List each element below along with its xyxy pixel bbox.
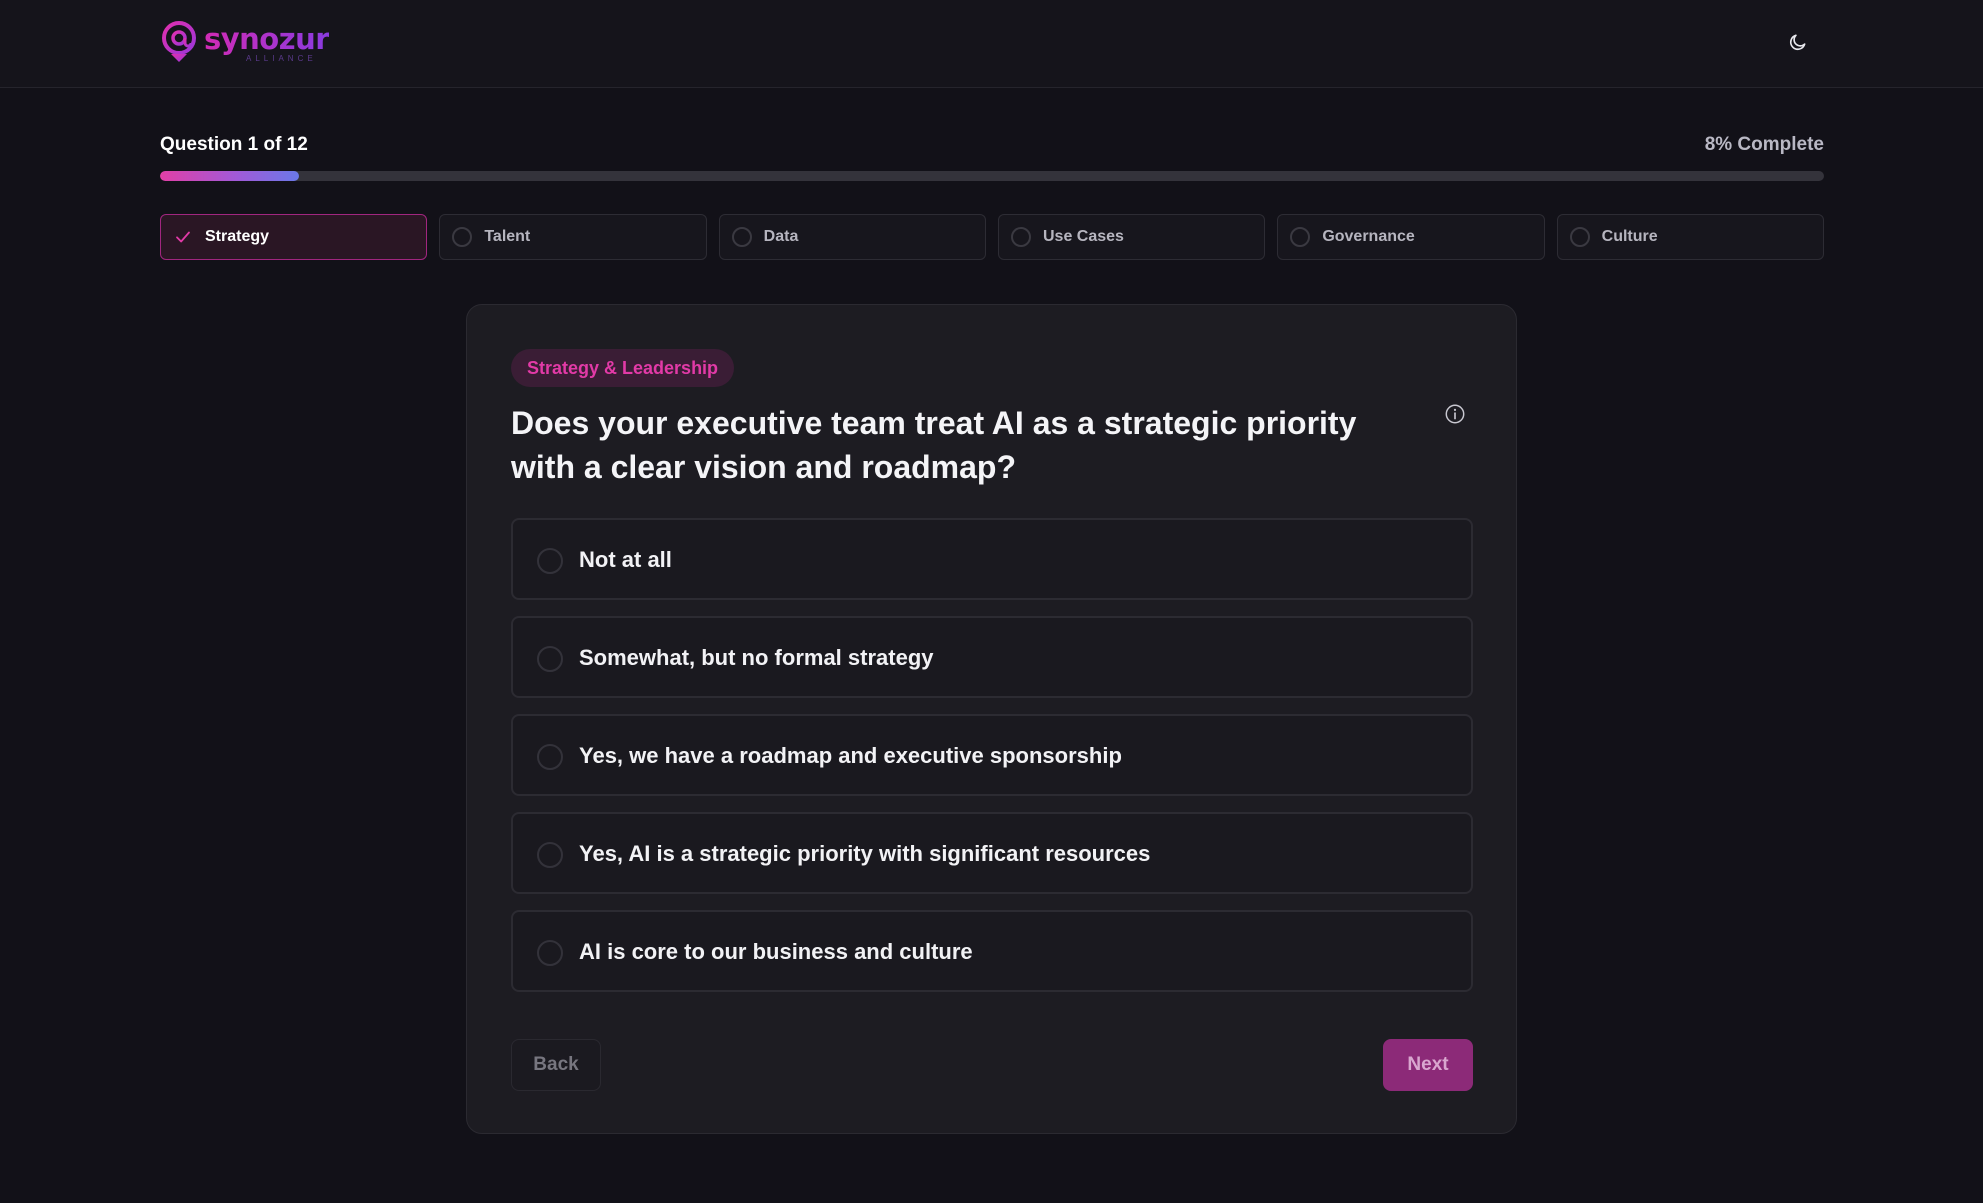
moon-icon (1789, 34, 1806, 51)
question-text: Does your executive team treat AI as a s… (511, 405, 1357, 485)
answer-option[interactable]: Yes, we have a roadmap and executive spo… (511, 714, 1473, 796)
radio-button[interactable] (537, 744, 563, 770)
step-governance[interactable]: Governance (1277, 214, 1545, 260)
answer-options: Not at all Somewhat, but no formal strat… (511, 518, 1473, 1008)
info-icon[interactable] (1444, 403, 1466, 425)
question-counter: Question 1 of 12 (160, 134, 308, 155)
progress-header: Question 1 of 12 8% Complete (160, 132, 1824, 158)
circle-icon (452, 227, 473, 247)
option-label: Yes, we have a roadmap and executive spo… (579, 743, 1122, 768)
answer-option[interactable]: Yes, AI is a strategic priority with sig… (511, 812, 1473, 894)
percent-complete: 8% Complete (1704, 134, 1824, 155)
category-badge: Strategy & Leadership (511, 349, 735, 387)
question-card: Strategy & Leadership Does your executiv… (466, 304, 1517, 1134)
step-label: Talent (484, 228, 531, 245)
top-navbar: synozur ALLIANCE (0, 0, 1983, 88)
progress-bar (160, 171, 1824, 181)
step-label: Governance (1322, 228, 1415, 245)
circle-icon (1010, 227, 1031, 247)
step-use-cases[interactable]: Use Cases (997, 214, 1266, 260)
step-culture[interactable]: Culture (1556, 214, 1824, 260)
step-talent[interactable]: Talent (439, 214, 707, 260)
answer-option[interactable]: Somewhat, but no formal strategy (511, 616, 1473, 698)
progress-bar-fill (160, 171, 299, 181)
step-label: Culture (1601, 228, 1658, 245)
answer-option[interactable]: Not at all (511, 518, 1473, 600)
step-data[interactable]: Data (718, 214, 986, 260)
step-label: Data (763, 228, 799, 245)
option-label: Yes, AI is a strategic priority with sig… (579, 841, 1151, 866)
radio-button[interactable] (537, 646, 563, 672)
option-label: AI is core to our business and culture (579, 939, 973, 964)
logo-subtext: ALLIANCE (246, 54, 317, 63)
step-label: Strategy (205, 228, 270, 245)
option-label: Not at all (579, 547, 672, 572)
logo-wordmark: synozur (204, 22, 330, 56)
answer-option[interactable]: AI is core to our business and culture (511, 910, 1473, 992)
circle-icon (1569, 227, 1590, 247)
section-steps: Strategy Talent Data Use Cases Governanc… (160, 214, 1824, 260)
theme-toggle-button[interactable] (1780, 24, 1816, 60)
radio-button[interactable] (537, 548, 563, 574)
circle-icon (731, 227, 752, 247)
radio-button[interactable] (537, 940, 563, 966)
next-button[interactable]: Next (1383, 1039, 1473, 1091)
radio-button[interactable] (537, 842, 563, 868)
check-icon (173, 227, 193, 247)
synozur-logo[interactable]: synozur ALLIANCE (160, 20, 330, 64)
circle-icon (1290, 227, 1311, 247)
step-label: Use Cases (1042, 228, 1124, 245)
step-strategy[interactable]: Strategy (160, 214, 428, 260)
location-pin-logo-icon (162, 21, 196, 62)
back-button[interactable]: Back (511, 1039, 601, 1091)
option-label: Somewhat, but no formal strategy (579, 645, 934, 670)
